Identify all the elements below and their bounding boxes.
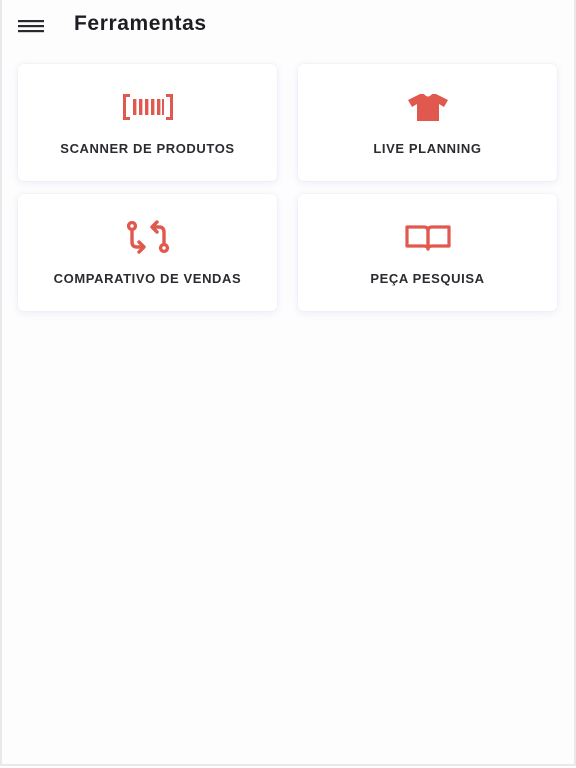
- tool-label: COMPARATIVO DE VENDAS: [53, 271, 242, 286]
- hamburger-menu-icon[interactable]: [16, 16, 48, 38]
- open-book-icon: [298, 220, 557, 254]
- tool-label: LIVE PLANNING: [373, 141, 482, 156]
- page-title: Ferramentas: [74, 12, 207, 35]
- tool-card-peca-pesquisa[interactable]: PEÇA PESQUISA: [298, 194, 557, 311]
- tool-card-scanner-de-produtos[interactable]: SCANNER DE PRODUTOS: [18, 64, 277, 181]
- compare-arrows-icon: [18, 220, 277, 254]
- app-frame: Ferramentas SCANNER DE PRODUTOS LIVE PLA…: [0, 0, 576, 766]
- barcode-icon: [18, 90, 277, 124]
- tool-card-live-planning[interactable]: LIVE PLANNING: [298, 64, 557, 181]
- tshirt-icon: [298, 90, 557, 124]
- tool-label: PEÇA PESQUISA: [370, 271, 485, 286]
- app-header: Ferramentas: [2, 0, 574, 52]
- tool-card-comparativo-de-vendas[interactable]: COMPARATIVO DE VENDAS: [18, 194, 277, 311]
- tool-label: SCANNER DE PRODUTOS: [60, 141, 235, 156]
